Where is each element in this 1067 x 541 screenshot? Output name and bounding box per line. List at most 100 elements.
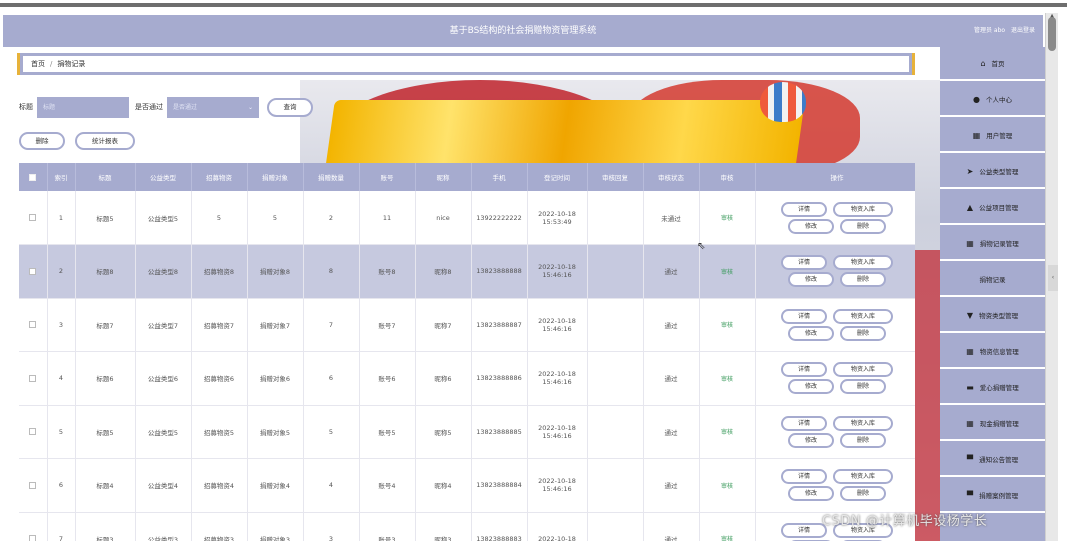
audit-cell[interactable]: 审核 — [699, 512, 756, 541]
sidebar-item-label: 爱心捐赠管理 — [979, 384, 1019, 392]
table-cell: 账号8 — [359, 244, 416, 299]
logout-link[interactable]: 退出登录 — [1011, 27, 1035, 34]
row-checkbox[interactable] — [29, 214, 37, 221]
stock-in-button[interactable]: 物资入库 — [833, 362, 893, 378]
edit-button[interactable]: 修改 — [788, 432, 834, 448]
sidebar-item-5[interactable]: ▦ 捐物记录管理 — [940, 227, 1045, 261]
table-row[interactable]: 6 标题4 公益类型4 招募物资4 捐赠对象4 4 账号4 昵称4 13823888884 202… — [19, 458, 915, 513]
audit-link[interactable]: 审核 — [721, 536, 733, 541]
stock-in-button[interactable]: 物资入库 — [833, 415, 893, 431]
audit-link[interactable]: 审核 — [721, 429, 733, 436]
row-select-cell[interactable] — [19, 405, 48, 459]
action-bar: 删除 统计报表 — [19, 132, 145, 150]
delete-button[interactable]: 删除 — [840, 486, 886, 502]
sidebar-item-1[interactable]: ● 个人中心 — [940, 83, 1045, 117]
sidebar-item-4[interactable]: ▲ 公益项目管理 — [940, 191, 1045, 225]
select-all-header[interactable] — [19, 163, 48, 191]
stock-in-button[interactable]: 物资入库 — [833, 255, 893, 271]
delete-button[interactable]: 删除 — [840, 325, 886, 341]
audit-link[interactable]: 审核 — [721, 269, 733, 276]
table-cell — [587, 405, 644, 459]
delete-button[interactable]: 删除 — [840, 218, 886, 234]
sidebar-item-10[interactable]: ▦ 现金捐赠管理 — [940, 407, 1045, 441]
sidebar-item-7[interactable]: ▼ 物资类型管理 — [940, 299, 1045, 333]
detail-button[interactable]: 详情 — [781, 362, 827, 378]
audit-cell[interactable]: 审核 — [699, 191, 756, 245]
statistics-report-button[interactable]: 统计报表 — [75, 132, 135, 150]
detail-button[interactable]: 详情 — [781, 255, 827, 271]
sidebar-item-0[interactable]: ⌂ 首页 — [940, 47, 1045, 81]
delete-button[interactable]: 删除 — [840, 272, 886, 288]
table-row[interactable]: 2 标题8 公益类型8 招募物资8 捐赠对象8 8 账号8 昵称8 13823888888 202… — [19, 244, 915, 299]
row-checkbox[interactable] — [29, 321, 37, 329]
edit-button[interactable]: 修改 — [788, 486, 834, 502]
detail-button[interactable]: 详情 — [781, 522, 827, 538]
sidebar-item-3[interactable]: ➤ 公益类型管理 — [940, 155, 1045, 189]
sidebar-item-6[interactable]: 捐物记录 — [940, 263, 1045, 297]
sidebar-item-9[interactable]: ▬ 爱心捐赠管理 — [940, 371, 1045, 405]
table-cell: 账号5 — [359, 405, 416, 459]
edit-button[interactable]: 修改 — [788, 218, 834, 234]
table-row[interactable]: 1 标题5 公益类型5 5 5 2 11 nice 13922222222 2022-10-18 … — [19, 191, 915, 245]
stock-in-button[interactable]: 物资入库 — [833, 469, 893, 485]
batch-delete-button[interactable]: 删除 — [19, 132, 65, 150]
sidebar-item-11[interactable]: ▀ 通知公告管理 — [940, 443, 1045, 477]
audit-link[interactable]: 审核 — [721, 483, 733, 490]
row-checkbox[interactable] — [29, 481, 37, 489]
table-cell: 13823888888 — [471, 244, 528, 299]
edit-button[interactable]: 修改 — [788, 272, 834, 288]
table-row[interactable]: 3 标题7 公益类型7 招募物资7 捐赠对象7 7 账号7 昵称7 13823888887 202… — [19, 298, 915, 352]
table-cell: 昵称8 — [415, 244, 472, 299]
detail-button[interactable]: 详情 — [781, 469, 827, 485]
table-cell: 通过 — [643, 405, 700, 459]
row-checkbox[interactable] — [29, 374, 37, 382]
sidebar-collapse-handle[interactable]: ‹ — [1048, 265, 1058, 291]
table-cell — [587, 351, 644, 406]
row-select-cell[interactable] — [19, 351, 48, 406]
audit-cell[interactable]: 审核 — [699, 244, 756, 299]
audit-cell[interactable]: 审核 — [699, 298, 756, 352]
select-all-checkbox[interactable] — [29, 173, 37, 181]
edit-button[interactable]: 修改 — [788, 325, 834, 341]
sidebar-item-label: 首页 — [991, 60, 1005, 68]
sidebar-item-8[interactable]: ▦ 物资信息管理 — [940, 335, 1045, 369]
row-select-cell[interactable] — [19, 298, 48, 352]
row-select-cell[interactable] — [19, 191, 48, 245]
row-checkbox[interactable] — [29, 267, 37, 275]
stock-in-button[interactable]: 物资入库 — [833, 308, 893, 324]
app-title: 基于BS结构的社会捐赠物资管理系统 — [449, 26, 597, 36]
row-select-cell[interactable] — [19, 244, 48, 299]
sidebar-item-2[interactable]: ▦ 用户管理 — [940, 119, 1045, 153]
delete-button[interactable]: 删除 — [840, 432, 886, 448]
passed-filter-select[interactable]: 是否通过 ⌄ — [167, 96, 259, 118]
table-row[interactable]: 7 标题3 公益类型3 招募物资3 捐赠对象3 3 账号3 昵称3 13823888883 202… — [19, 512, 915, 541]
sidebar-item-12[interactable]: ▀ 捐赠案例管理 — [940, 479, 1045, 513]
row-checkbox[interactable] — [29, 428, 37, 436]
detail-button[interactable]: 详情 — [781, 308, 827, 324]
breadcrumb-home[interactable]: 首页 — [31, 60, 45, 68]
stock-in-button[interactable]: 物资入库 — [833, 201, 893, 217]
column-header: 捐赠对象 — [247, 163, 304, 191]
audit-link[interactable]: 审核 — [721, 215, 733, 222]
audit-cell[interactable]: 审核 — [699, 405, 756, 459]
top-bar — [0, 3, 1067, 7]
table-row[interactable]: 5 标题5 公益类型5 招募物资5 捐赠对象5 5 账号5 昵称5 13823888885 202… — [19, 405, 915, 459]
detail-button[interactable]: 详情 — [781, 201, 827, 217]
edit-button[interactable]: 修改 — [788, 379, 834, 395]
column-header: 账号 — [359, 163, 416, 191]
audit-link[interactable]: 审核 — [721, 322, 733, 329]
audit-cell[interactable]: 审核 — [699, 458, 756, 513]
table-row[interactable]: 4 标题6 公益类型6 招募物资6 捐赠对象6 6 账号6 昵称6 13823888886 202… — [19, 351, 915, 406]
row-checkbox[interactable] — [29, 535, 37, 541]
scrollbar-thumb[interactable] — [1048, 17, 1056, 51]
table-cell: 2022-10-18 15:46:16 — [527, 244, 588, 299]
row-select-cell[interactable] — [19, 512, 48, 541]
detail-button[interactable]: 详情 — [781, 415, 827, 431]
title-filter-input[interactable]: 标题 — [37, 96, 129, 118]
query-button[interactable]: 查询 — [267, 97, 313, 117]
delete-button[interactable]: 删除 — [840, 379, 886, 395]
audit-link[interactable]: 审核 — [721, 376, 733, 383]
sidebar-item-label: 捐物记录 — [979, 276, 1006, 284]
row-select-cell[interactable] — [19, 458, 48, 513]
audit-cell[interactable]: 审核 — [699, 351, 756, 406]
